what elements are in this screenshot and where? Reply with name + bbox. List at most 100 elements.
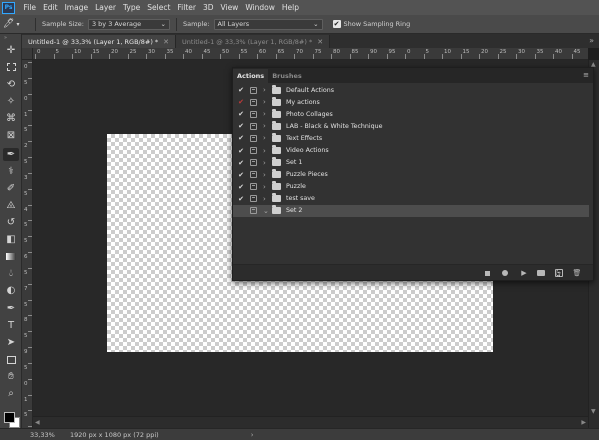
hand-icon[interactable]: ✋︎ — [3, 370, 19, 383]
scroll-down-icon[interactable]: ▼ — [591, 408, 596, 415]
scroll-left-icon[interactable]: ◀ — [35, 419, 40, 426]
photoshop-logo-icon[interactable]: Ps — [2, 1, 15, 14]
menu-help[interactable]: Help — [278, 3, 302, 12]
menu-layer[interactable]: Layer — [92, 3, 120, 12]
type-icon[interactable]: T — [3, 319, 19, 332]
toggle-checkmark-icon[interactable]: ✔ — [238, 159, 244, 167]
action-set-row[interactable]: ✔ › Puzzle — [233, 181, 589, 193]
chevron-right-icon[interactable]: › — [263, 98, 266, 106]
vertical-ruler[interactable]: 050152535455657585950151 — [22, 48, 33, 428]
pen-icon[interactable]: ✒ — [3, 302, 19, 315]
rectangle-icon[interactable] — [3, 353, 19, 366]
dialog-toggle-icon[interactable] — [250, 86, 257, 94]
menu-type[interactable]: Type — [120, 3, 144, 12]
action-set-row[interactable]: ✔ › Text Effects — [233, 132, 589, 144]
document-tab[interactable]: Untitled-1 @ 33,3% (Layer 1, RGB/8#) * ✕ — [22, 35, 177, 48]
chevron-right-icon[interactable]: › — [263, 159, 266, 167]
toggle-checkmark-icon[interactable]: ✔ — [238, 122, 244, 130]
ruler-corner[interactable] — [22, 48, 33, 60]
action-set-row[interactable]: ✔ › Video Actions — [233, 144, 589, 156]
collapse-icon[interactable]: » — [4, 35, 7, 41]
eraser-icon[interactable]: ◧ — [3, 233, 19, 246]
play-icon[interactable]: ▶ — [519, 268, 529, 278]
zoom-level[interactable]: 33,33% — [30, 431, 70, 439]
brush-icon[interactable]: ✐ — [3, 182, 19, 195]
blur-icon[interactable]: 💧︎ — [3, 267, 19, 280]
gradient-icon[interactable] — [3, 250, 19, 263]
chevron-right-icon[interactable]: › — [263, 110, 266, 118]
zoom-icon[interactable]: ⌕ — [3, 387, 19, 400]
path-select-icon[interactable]: ➤ — [3, 336, 19, 349]
dialog-toggle-icon[interactable] — [250, 159, 257, 167]
dialog-toggle-icon[interactable] — [250, 110, 257, 118]
frame-icon[interactable]: ⊠ — [3, 129, 19, 142]
chevron-right-icon[interactable]: › — [251, 431, 254, 439]
show-sampling-ring-checkbox[interactable]: ✔ — [332, 20, 341, 28]
dodge-icon[interactable]: ◐ — [3, 284, 19, 297]
toggle-checkmark-icon[interactable]: ✔ — [238, 171, 244, 179]
horizontal-ruler[interactable]: 0 5 10 15 20 25 30 35 40 45 50 55 60 65 70 75 80 85 90 95 0 5… — [33, 48, 588, 60]
menu-image[interactable]: Image — [61, 3, 92, 12]
panel-menu-icon[interactable]: ≡ — [583, 71, 589, 79]
history-brush-icon[interactable]: ↺ — [3, 216, 19, 229]
sample-select[interactable]: All Layers ⌄ — [213, 18, 323, 30]
tab-overflow-icon[interactable]: » — [589, 36, 594, 45]
menu-3d[interactable]: 3D — [199, 3, 217, 12]
move-icon[interactable]: ✛ — [3, 44, 19, 57]
chevron-right-icon[interactable]: › — [263, 86, 266, 94]
action-set-row[interactable]: ✔ › My actions — [233, 96, 589, 108]
delete-icon[interactable]: 🗑︎ — [572, 268, 582, 278]
close-icon[interactable]: ✕ — [317, 38, 323, 46]
new-set-icon[interactable] — [536, 268, 546, 278]
toggle-checkmark-icon[interactable]: ✔ — [238, 110, 244, 118]
scroll-right-icon[interactable]: ▶ — [581, 419, 586, 426]
menu-select[interactable]: Select — [144, 3, 174, 12]
action-set-row[interactable]: ✔ › Photo Collages — [233, 108, 589, 120]
chevron-right-icon[interactable]: › — [263, 134, 266, 142]
toggle-checkmark-icon[interactable]: ✔ — [238, 183, 244, 191]
toggle-checkmark-icon[interactable]: ✔ — [238, 195, 244, 203]
chevron-right-icon[interactable]: › — [263, 122, 266, 130]
tool-preset-picker[interactable]: 🖊︎ ▾ — [3, 17, 29, 32]
chevron-right-icon[interactable]: › — [263, 147, 266, 155]
action-set-row[interactable]: ✔ › LAB - Black & White Technique — [233, 120, 589, 132]
chevron-right-icon[interactable]: › — [263, 195, 266, 203]
tab-actions[interactable]: Actions — [233, 69, 269, 83]
menu-file[interactable]: File — [20, 3, 40, 12]
toggle-checkmark-icon[interactable]: ✔ — [238, 98, 244, 106]
menu-view[interactable]: View — [217, 3, 242, 12]
dialog-toggle-icon[interactable] — [250, 171, 257, 179]
chevron-right-icon[interactable]: › — [263, 171, 266, 179]
horizontal-scrollbar[interactable]: ◀ ▶ — [33, 416, 588, 428]
menu-edit[interactable]: Edit — [40, 3, 62, 12]
action-set-row[interactable]: ⌄ Set 2 — [233, 204, 589, 218]
action-set-row[interactable]: ✔ › test save — [233, 193, 589, 205]
action-set-row[interactable]: ✔ › Set 1 — [233, 157, 589, 169]
stop-icon[interactable] — [482, 268, 492, 278]
document-tab[interactable]: Untitled-1 @ 33,3% (Layer 1, RGB/8#) * ✕ — [176, 35, 331, 48]
tab-brushes[interactable]: Brushes — [268, 69, 306, 83]
menu-filter[interactable]: Filter — [174, 3, 200, 12]
quick-select-icon[interactable]: ✧ — [3, 95, 19, 108]
toggle-checkmark-icon[interactable]: ✔ — [238, 147, 244, 155]
sample-size-select[interactable]: 3 by 3 Average ⌄ — [87, 18, 170, 30]
dialog-toggle-icon[interactable] — [250, 207, 257, 215]
eyedropper-icon[interactable]: ✒ — [3, 148, 19, 161]
action-set-row[interactable]: ✔ › Default Actions — [233, 84, 589, 96]
toggle-checkmark-icon[interactable]: ✔ — [238, 86, 244, 94]
crop-icon[interactable]: ⌘ — [3, 112, 19, 125]
record-icon[interactable] — [500, 268, 510, 278]
menu-window[interactable]: Window — [242, 3, 279, 12]
stamp-icon[interactable]: ⨻ — [3, 199, 19, 212]
dialog-toggle-icon[interactable] — [250, 98, 257, 106]
dialog-toggle-icon[interactable] — [250, 195, 257, 203]
marquee-icon[interactable] — [3, 60, 19, 73]
chevron-right-icon[interactable]: › — [263, 183, 266, 191]
dialog-toggle-icon[interactable] — [250, 147, 257, 155]
healing-icon[interactable]: ⚕ — [3, 165, 19, 178]
dialog-toggle-icon[interactable] — [250, 183, 257, 191]
close-icon[interactable]: ✕ — [163, 38, 169, 46]
chevron-down-icon[interactable]: ⌄ — [263, 207, 269, 215]
dialog-toggle-icon[interactable] — [250, 134, 257, 142]
foreground-color-swatch[interactable] — [4, 412, 15, 423]
